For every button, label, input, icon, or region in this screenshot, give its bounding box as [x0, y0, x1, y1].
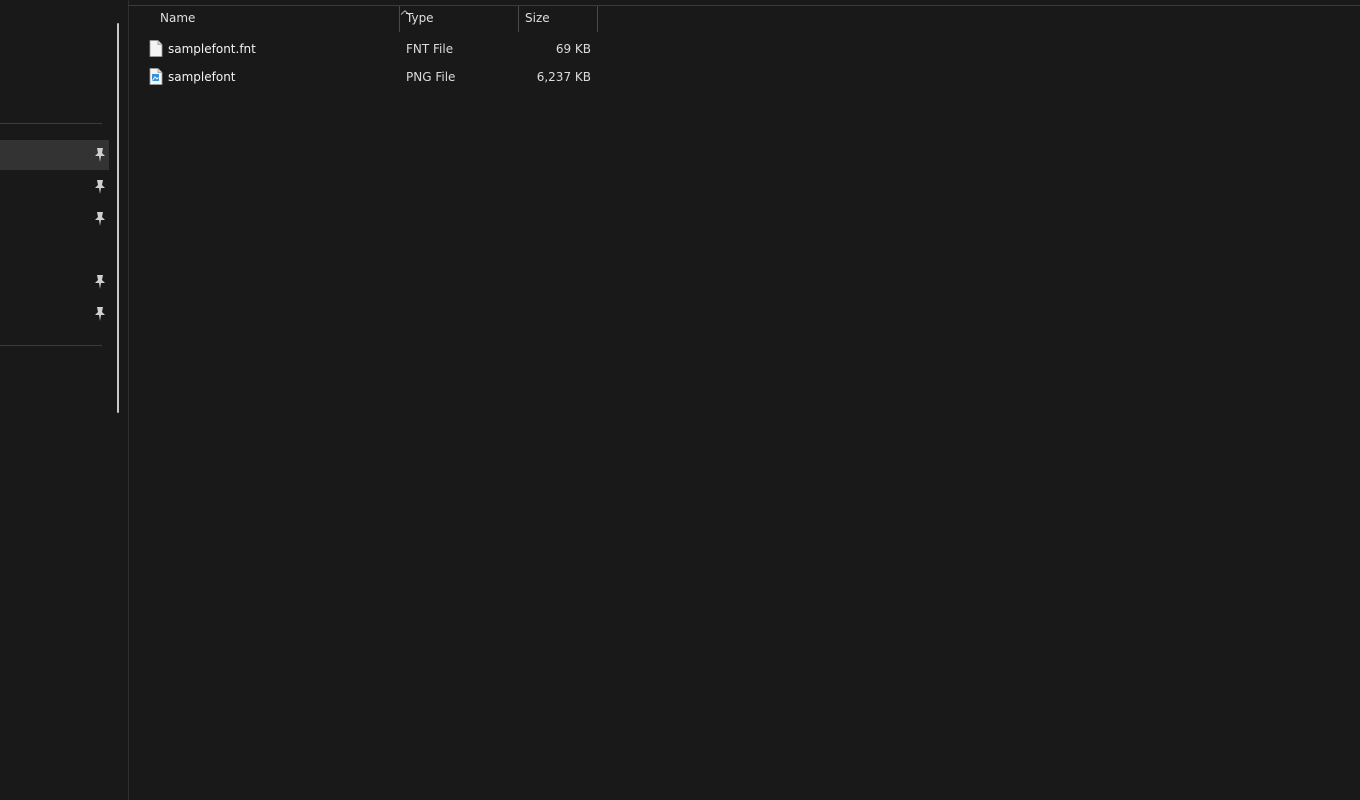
pin-icon — [95, 148, 105, 162]
pane-splitter[interactable] — [128, 0, 129, 800]
quick-access-item-1[interactable] — [0, 140, 109, 170]
quick-access-item-6[interactable] — [0, 299, 109, 329]
file-row[interactable]: samplefont.fnt FNT File 69 KB — [145, 37, 600, 61]
file-type: FNT File — [406, 42, 454, 56]
quick-access-item-2[interactable] — [0, 172, 109, 202]
column-header-name[interactable]: Name — [154, 6, 399, 32]
image-file-icon — [149, 68, 163, 85]
pin-icon — [95, 307, 105, 321]
pin-icon — [95, 275, 105, 289]
file-size: 69 KB — [555, 42, 591, 56]
pin-icon — [95, 212, 105, 226]
column-header-type[interactable]: Type — [400, 6, 518, 32]
navigation-pane — [0, 0, 128, 800]
file-name: samplefont.fnt — [168, 42, 256, 56]
file-size: 6,237 KB — [536, 70, 591, 84]
quick-access-item-5[interactable] — [0, 267, 109, 297]
column-header-size[interactable]: Size — [519, 6, 597, 32]
quick-access-item-3[interactable] — [0, 204, 109, 234]
file-explorer-window: Name Type Size samplefont.fnt FNT File 6… — [0, 0, 1360, 800]
file-name: samplefont — [168, 70, 236, 84]
pin-icon — [95, 180, 105, 194]
nav-scrollbar[interactable] — [117, 23, 119, 413]
column-header-row: Name Type Size — [129, 6, 599, 32]
generic-file-icon — [149, 40, 163, 57]
quick-access-item-4[interactable] — [0, 236, 109, 266]
nav-divider — [0, 123, 102, 124]
file-type: PNG File — [406, 70, 456, 84]
file-row[interactable]: samplefont PNG File 6,237 KB — [145, 65, 600, 89]
column-separator[interactable] — [597, 6, 598, 32]
nav-divider — [0, 345, 102, 346]
